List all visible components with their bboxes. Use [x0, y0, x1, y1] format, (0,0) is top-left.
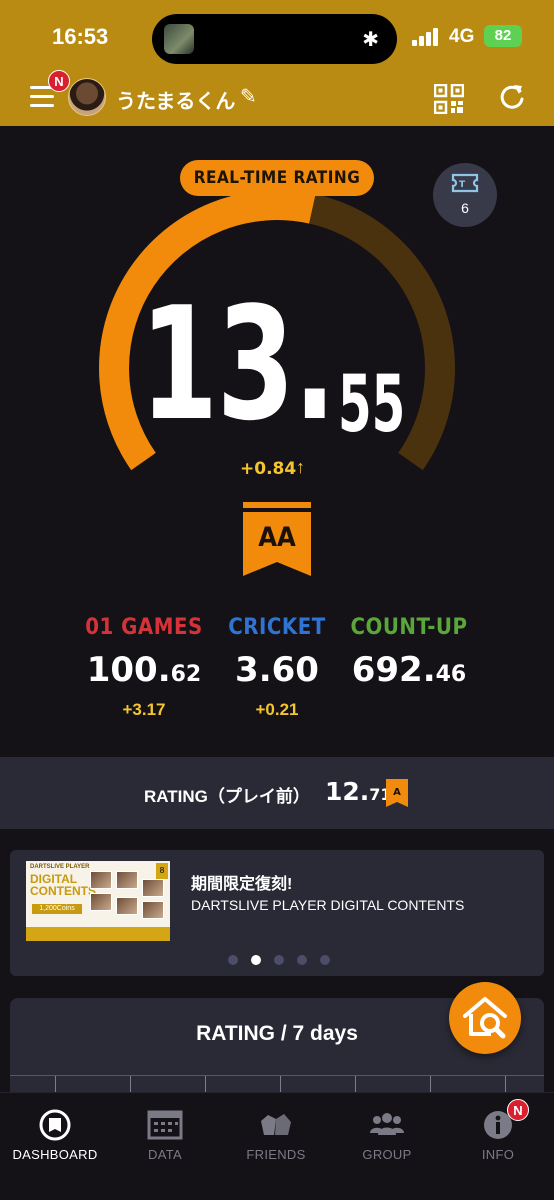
svg-text:A: A	[393, 787, 401, 798]
rating-before-value: 12.71	[325, 777, 392, 806]
stat-count-up[interactable]: COUNT-UP 692.46	[334, 615, 484, 700]
ticket-icon: T	[451, 173, 479, 193]
calendar-icon	[147, 1110, 183, 1140]
stat-value: 3.60	[235, 650, 319, 690]
tab-data[interactable]: DATA	[110, 1101, 220, 1167]
ticket-count: 6	[461, 200, 469, 216]
promo-photo	[142, 901, 164, 919]
ticket-button[interactable]: T 6	[433, 163, 497, 227]
tab-friends[interactable]: FRIENDS	[221, 1101, 331, 1167]
promo-photo	[90, 893, 112, 911]
class-label: AA	[258, 522, 296, 553]
dashboard-icon	[39, 1109, 71, 1141]
carousel-dot[interactable]	[251, 955, 261, 965]
svg-text:T: T	[459, 180, 466, 190]
carousel-dot[interactable]	[274, 955, 284, 965]
rating-before-play: RATING（プレイ前） 12.71 A	[0, 757, 554, 829]
promo-title: DIGITAL CONTENTS	[30, 872, 96, 898]
stat-name: COUNT-UP	[350, 615, 468, 640]
promo-photo	[116, 897, 138, 915]
banner-subtitle: DARTSLIVE PLAYER DIGITAL CONTENTS	[191, 897, 465, 913]
promo-bar	[26, 927, 170, 941]
home-search-icon	[463, 997, 507, 1039]
tab-info[interactable]: N INFO	[443, 1099, 553, 1167]
rating-value-integer: 13.	[140, 273, 336, 455]
promo-photo	[116, 871, 138, 889]
tab-dashboard[interactable]: DASHBOARD	[0, 1101, 110, 1167]
real-time-rating-label: REAL-TIME RATING	[180, 160, 374, 196]
group-icon	[370, 1113, 404, 1135]
stat-diff: +0.21	[255, 700, 299, 719]
carousel-dot[interactable]	[228, 955, 238, 965]
stat-name: 01 GAMES	[85, 615, 203, 640]
tab-label: INFO	[481, 1147, 515, 1162]
rating-value-decimal: 55	[338, 360, 406, 450]
banner-title: 期間限定復刻!	[191, 876, 293, 893]
promo-photo	[90, 871, 112, 889]
rating-before-label: RATING（プレイ前）	[144, 787, 310, 806]
promo-image: DARTSLIVE PLAYER DIGITAL CONTENTS 1,200Co…	[26, 861, 170, 941]
stat-01-games[interactable]: 01 GAMES 100.62 +3.17	[69, 615, 219, 720]
stat-value: 692.46	[351, 650, 467, 690]
promo-coins: 1,200Coins	[32, 904, 82, 914]
promo-heading: DARTSLIVE PLAYER	[30, 864, 90, 870]
carousel-dot[interactable]	[320, 955, 330, 965]
info-notification-badge: N	[507, 1099, 529, 1121]
tab-label: FRIENDS	[246, 1147, 306, 1162]
tab-label: DATA	[148, 1147, 182, 1162]
tab-label: GROUP	[362, 1147, 412, 1162]
tab-bar: DASHBOARD DATA FRIENDS GROUP N INFO	[0, 1092, 554, 1200]
up-arrow-icon: ↑	[296, 457, 305, 477]
class-flag: AA	[243, 502, 311, 576]
stat-name: CRICKET	[228, 615, 326, 640]
tab-group[interactable]: GROUP	[332, 1101, 442, 1167]
rating-before-class-flag: A	[386, 779, 408, 807]
promo-number: 8	[156, 863, 168, 879]
carousel-dot[interactable]	[297, 955, 307, 965]
chart-gridline	[10, 1075, 544, 1076]
shop-search-button[interactable]	[449, 982, 521, 1054]
rating-delta: +0.84	[240, 459, 297, 479]
friends-icon	[261, 1114, 291, 1135]
stat-cricket[interactable]: CRICKET 3.60 +0.21	[202, 615, 352, 720]
stat-value: 100.62	[86, 650, 202, 690]
stat-diff: +3.17	[122, 700, 166, 719]
promo-photo	[142, 879, 164, 897]
promo-banner[interactable]: DARTSLIVE PLAYER DIGITAL CONTENTS 1,200Co…	[10, 850, 544, 976]
tab-label: DASHBOARD	[12, 1147, 98, 1162]
